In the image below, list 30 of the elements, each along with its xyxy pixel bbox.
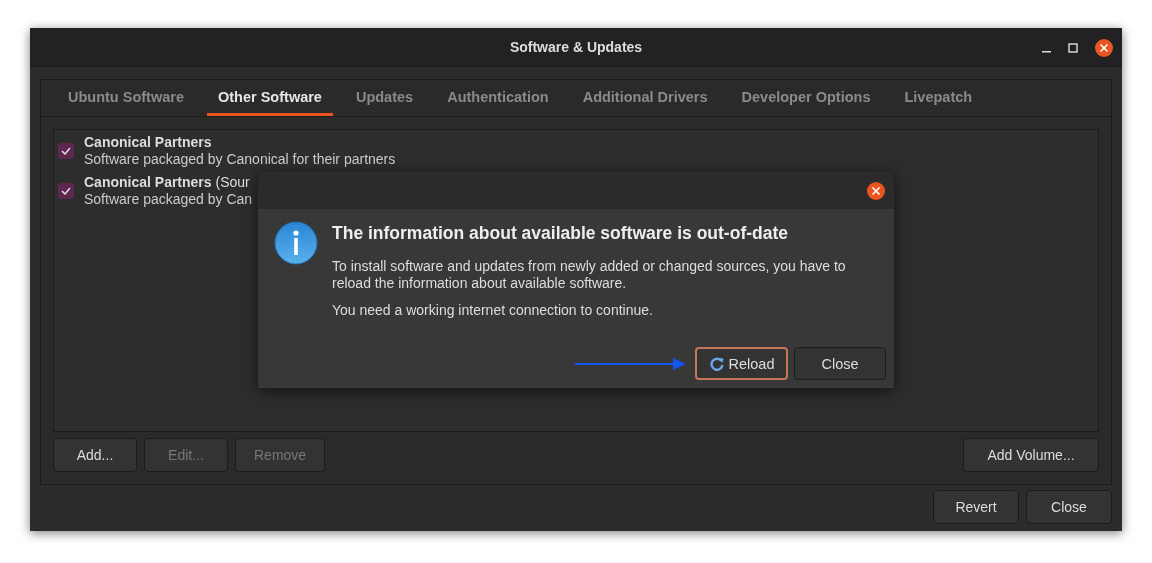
dialog-title: The information about available software is out-of-date xyxy=(332,223,790,244)
source-button[interactable]: Add... xyxy=(53,438,137,472)
close-button[interactable]: Close xyxy=(794,347,886,380)
window-title: Software & Updates xyxy=(509,39,643,55)
checkbox[interactable] xyxy=(58,183,74,199)
reload-button[interactable]: Reload xyxy=(695,347,788,380)
add-volume-button[interactable]: Add Volume... xyxy=(963,438,1099,472)
dialog-message: To install software and updates from newly added or changed sources, you have to reload the information about available software. xyxy=(332,258,847,292)
tab[interactable]: Authentication xyxy=(436,80,560,116)
source-description: Software packaged by Can xyxy=(84,191,253,208)
close-icon[interactable] xyxy=(1094,38,1114,58)
tab[interactable]: Developer Options xyxy=(730,80,882,116)
source-name: Canonical Partners (Sour xyxy=(84,174,251,191)
info-icon xyxy=(274,221,318,265)
tab[interactable]: Ubuntu Software xyxy=(57,80,195,116)
checkbox[interactable] xyxy=(58,143,74,159)
tab[interactable]: Other Software xyxy=(207,80,333,116)
check-mark-icon xyxy=(61,187,71,195)
source-name: Canonical Partners xyxy=(84,134,213,151)
footer-button[interactable]: Close xyxy=(1026,490,1112,524)
tab[interactable]: Livepatch xyxy=(893,80,984,116)
close-icon[interactable] xyxy=(866,180,886,201)
tab[interactable]: Updates xyxy=(344,80,425,116)
source-description: Software packaged by Canonical for their partners xyxy=(84,151,396,168)
check-mark-icon xyxy=(61,147,71,155)
refresh-icon xyxy=(708,355,725,372)
tab[interactable]: Additional Drivers xyxy=(571,80,719,116)
maximize-icon[interactable] xyxy=(1068,43,1078,53)
footer-button[interactable]: Revert xyxy=(933,490,1019,524)
dialog-message: You need a working internet connection to continue. xyxy=(332,302,654,319)
